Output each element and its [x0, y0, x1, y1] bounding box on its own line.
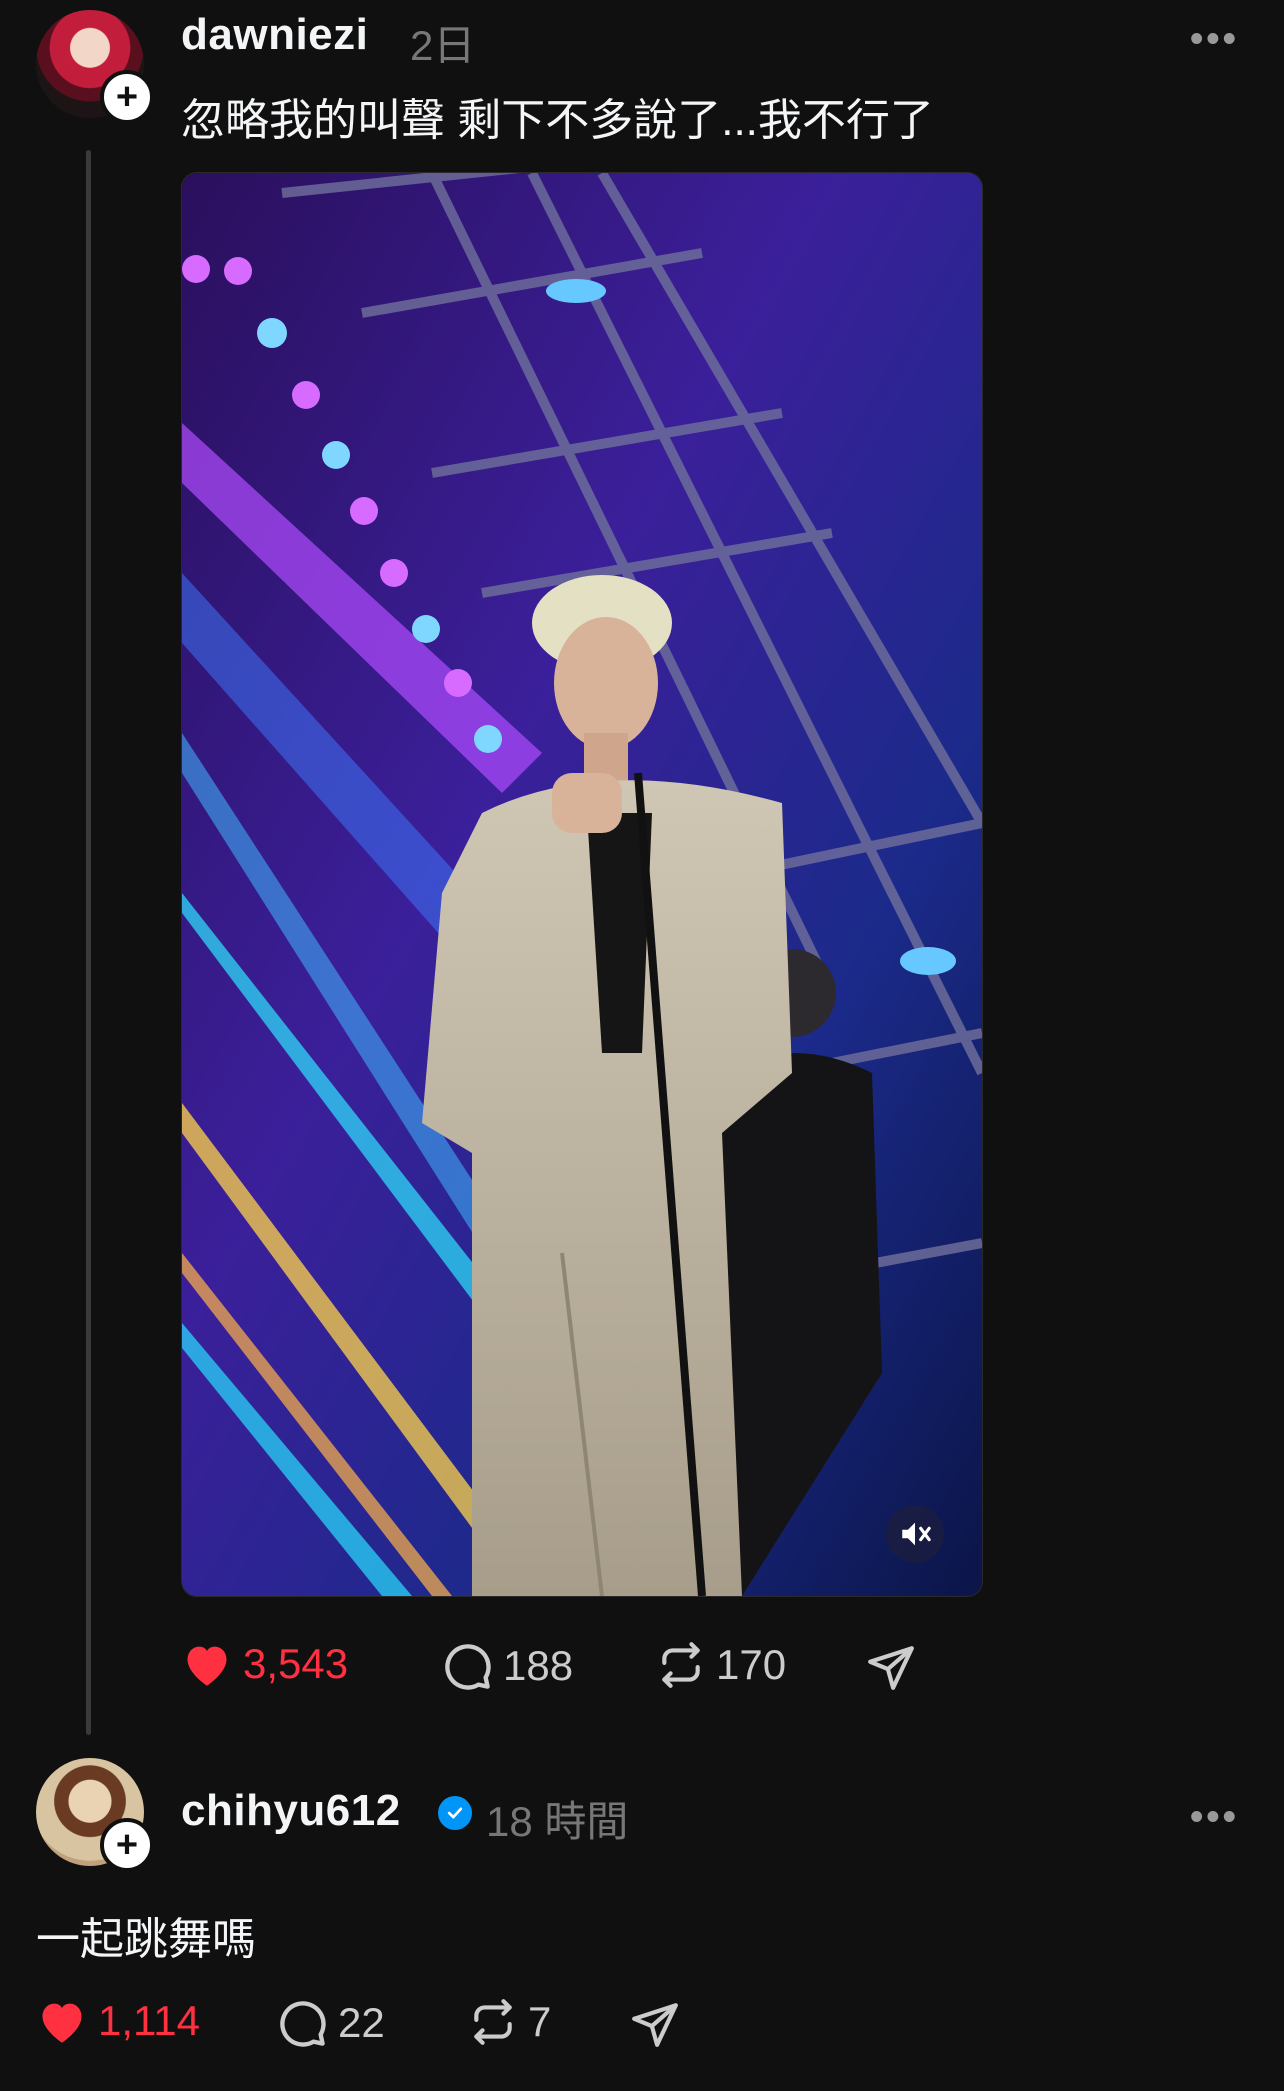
reply-more-icon[interactable]: ••• — [1190, 1796, 1239, 1839]
post-like-count: 3,543 — [243, 1640, 349, 1687]
reply-like-button[interactable]: 1,114 — [36, 1997, 200, 2045]
reply-share-button[interactable] — [630, 1999, 680, 2049]
heart-icon — [42, 2003, 82, 2043]
concert-stage-illustration — [182, 173, 982, 1596]
share-icon — [632, 2003, 678, 2047]
post-more-icon[interactable]: ••• — [1190, 18, 1239, 61]
reply-username[interactable]: chihyu612 — [181, 1786, 401, 1836]
share-icon — [868, 1646, 914, 1690]
reply-repost-button[interactable]: 7 — [468, 1997, 551, 2047]
repost-icon — [662, 1642, 700, 1688]
repost-icon — [474, 1999, 512, 2045]
reply-text: 一起跳舞嗎 — [36, 1915, 256, 1964]
post-comment-button[interactable]: 188 — [441, 1640, 573, 1692]
thread-line — [86, 150, 91, 1735]
heart-icon — [187, 1646, 227, 1686]
reply-like-count: 1,114 — [98, 1997, 200, 2044]
follow-plus-icon[interactable]: + — [100, 1818, 154, 1872]
post-video[interactable] — [181, 172, 983, 1597]
reply-comment-button[interactable]: 22 — [276, 1997, 385, 2049]
reply-repost-count: 7 — [528, 1998, 552, 2045]
post-repost-button[interactable]: 170 — [656, 1640, 786, 1690]
verified-badge-icon — [438, 1796, 472, 1830]
post-timestamp: 2日 — [410, 22, 476, 69]
follow-plus-icon[interactable]: + — [100, 70, 154, 124]
reply-timestamp: 18 時間 — [486, 1798, 629, 1845]
comment-icon — [445, 1644, 491, 1690]
post-share-button[interactable] — [866, 1642, 916, 1692]
post-comment-count: 188 — [503, 1642, 574, 1689]
reply-comment-count: 22 — [338, 1999, 385, 2046]
post-username[interactable]: dawniezi — [181, 10, 368, 60]
post-repost-count: 170 — [716, 1641, 787, 1688]
post-like-button[interactable]: 3,543 — [181, 1640, 348, 1688]
post-text: 忽略我的叫聲 剩下不多說了...我不行了 — [181, 96, 934, 145]
comment-icon — [280, 2001, 326, 2047]
muted-speaker-icon[interactable] — [886, 1505, 944, 1563]
